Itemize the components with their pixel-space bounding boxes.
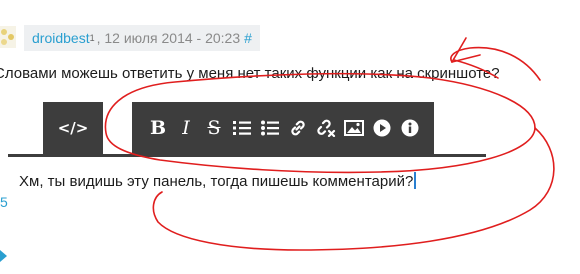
author-rating: 1 <box>89 33 95 43</box>
numbered-list-icon <box>233 121 251 135</box>
editor-divider <box>8 154 486 157</box>
bold-button[interactable]: B <box>144 114 172 142</box>
info-icon <box>401 119 419 137</box>
top-strip <box>0 0 580 6</box>
link-icon <box>291 120 305 136</box>
comment-text: Словами можешь ответить у меня нет таких… <box>0 65 500 82</box>
link-button[interactable] <box>284 114 312 142</box>
comment-date: , 12 июля 2014 - 20:23 <box>96 30 241 46</box>
side-counter: 5 <box>0 194 8 210</box>
bulleted-list-icon <box>261 120 279 136</box>
video-button[interactable] <box>368 114 396 142</box>
strikethrough-button[interactable]: S <box>200 114 228 142</box>
format-toolbar: B I S <box>132 102 434 154</box>
side-arrow[interactable] <box>0 248 8 269</box>
italic-button[interactable]: I <box>172 114 200 142</box>
info-button[interactable] <box>396 114 424 142</box>
comment-editor-input[interactable]: Хм, ты видишь эту панель, тогда пишешь к… <box>19 172 417 190</box>
editor-content: Хм, ты видишь эту панель, тогда пишешь к… <box>19 173 414 190</box>
code-tab-button[interactable]: </> <box>43 102 103 154</box>
bulleted-list-button[interactable] <box>256 114 284 142</box>
numbered-list-button[interactable] <box>228 114 256 142</box>
video-icon <box>373 119 391 137</box>
screenshot-stage: droidbest 1 , 12 июля 2014 - 20:23 # Сло… <box>0 0 580 274</box>
comment-author-link[interactable]: droidbest <box>32 30 90 46</box>
avatar-icon <box>0 26 16 48</box>
unlink-button[interactable] <box>312 114 340 142</box>
text-caret <box>414 172 417 189</box>
image-button[interactable] <box>340 114 368 142</box>
chevron-right-icon <box>0 250 7 262</box>
comment-permalink[interactable]: # <box>244 30 252 46</box>
unlink-icon <box>317 119 336 137</box>
comment-meta: droidbest 1 , 12 июля 2014 - 20:23 # <box>24 25 260 51</box>
avatar <box>0 26 16 48</box>
image-icon <box>344 120 364 136</box>
